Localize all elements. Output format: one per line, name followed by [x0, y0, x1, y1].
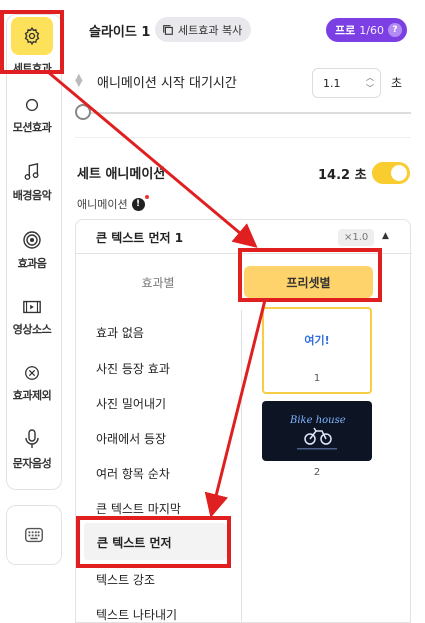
list-item[interactable]: 아래에서 등장 [96, 430, 166, 447]
tab-by-preset[interactable]: 프리셋별 [244, 266, 373, 298]
pro-count: 1/60 [359, 23, 384, 37]
animation-dropdown: 큰 텍스트 먼저 1 ×1.0 ▲ 효과별 프리셋별 효과 없음 사진 등장 효… [75, 219, 412, 623]
animation-select[interactable]: 큰 텍스트 먼저 1 ×1.0 ▲ [76, 220, 412, 254]
circle-icon [25, 98, 39, 112]
microphone-icon [25, 429, 39, 448]
copy-set-effect-button[interactable]: 세트효과 복사 [155, 17, 252, 42]
sidebar-item-label: 영상소스 [12, 323, 52, 336]
music-note-icon [24, 163, 39, 180]
caret-up-icon[interactable]: ▲ [382, 231, 389, 241]
panel-header: 슬라이드 1 세트효과 복사 프로 1/60 ? [75, 14, 411, 46]
list-item-selected[interactable]: 큰 텍스트 먼저 [84, 523, 227, 560]
dropdown-tabs: 효과별 프리셋별 [76, 254, 412, 310]
sidebar: 세트효과 모션효과 배경음악 효과음 영상소스 효과제외 문자음성 [0, 0, 64, 623]
animation-label: 애니메이션 [77, 198, 128, 211]
sidebar-item-label: 모션효과 [12, 121, 52, 134]
selected-animation: 큰 텍스트 먼저 1 [96, 231, 184, 245]
speed-chip[interactable]: ×1.0 [338, 229, 375, 246]
video-frame-icon [23, 300, 41, 314]
sidebar-item-bgm[interactable]: 배경음악 [0, 162, 64, 203]
animation-label-row: 애니메이션 ! [77, 194, 149, 212]
start-delay-row: ▲ ▼ 애니메이션 시작 대기시간 1.1 ︿ ﹀ 초 [75, 66, 411, 98]
list-item[interactable]: 사진 밀어내기 [96, 395, 166, 412]
help-icon[interactable]: ? [388, 23, 402, 37]
settings-panel: 슬라이드 1 세트효과 복사 프로 1/60 ? ▲ ▼ 애니메이션 시작 대기시… [75, 0, 412, 623]
toggle-knob [391, 165, 407, 181]
gear-icon [11, 17, 53, 55]
sidebar-item-label: 세트효과 [12, 62, 52, 75]
start-delay-input[interactable]: 1.1 ︿ ﹀ [312, 68, 381, 98]
list-item[interactable]: 큰 텍스트 마지막 [96, 500, 181, 517]
keyboard-icon [25, 527, 43, 543]
stepper-icon[interactable]: ︿ ﹀ [366, 72, 374, 94]
start-delay-value: 1.1 [323, 76, 341, 90]
list-item[interactable]: 사진 등장 효과 [96, 360, 170, 377]
exclude-circle-icon [25, 366, 39, 380]
sidebar-item-label: 문자음성 [12, 457, 52, 470]
set-animation-row: 세트 애니메이션 14.2 초 [75, 158, 411, 188]
start-delay-slider-track[interactable] [83, 112, 411, 114]
notification-dot [144, 194, 149, 199]
preset-grid: 여기! 1 Bike house 2 [242, 307, 412, 623]
sidebar-item-label: 배경음악 [12, 189, 52, 202]
sidebar-item-set-effect[interactable]: 세트효과 [0, 17, 64, 76]
list-item[interactable]: 효과 없음 [96, 324, 144, 341]
copy-icon [163, 24, 173, 35]
divider [75, 137, 411, 138]
copy-button-label: 세트효과 복사 [178, 23, 243, 37]
sidebar-item-text-voice[interactable]: 문자음성 [0, 428, 64, 471]
start-delay-unit: 초 [391, 76, 403, 90]
sidebar-item-motion-effect[interactable]: 모션효과 [0, 96, 64, 135]
sidebar-item-label: 효과음 [17, 257, 47, 270]
bike-thumbnail-icon: Bike house [289, 415, 346, 450]
effect-list: 효과 없음 사진 등장 효과 사진 밀어내기 아래에서 등장 여러 항목 순차 … [76, 310, 242, 623]
sidebar-item-exclude-effect[interactable]: 효과제외 [0, 364, 64, 403]
pro-label: 프로 [335, 24, 356, 37]
sidebar-item-label: 효과제외 [12, 389, 52, 402]
slide-title: 슬라이드 1 [89, 25, 151, 40]
list-item[interactable]: 여러 항목 순차 [96, 465, 170, 482]
preset-card-2[interactable]: Bike house [262, 401, 372, 461]
sidebar-item-sound-effect[interactable]: 효과음 [0, 230, 64, 271]
preset-number: 1 [313, 373, 321, 384]
set-animation-toggle[interactable] [372, 162, 410, 184]
preset-text: 여기! [304, 333, 330, 347]
set-animation-duration: 14.2 초 [318, 168, 367, 183]
keyboard-button[interactable] [6, 505, 62, 565]
preset-2-text: Bike house [289, 415, 346, 426]
set-animation-label: 세트 애니메이션 [77, 167, 166, 182]
start-delay-label: 애니메이션 시작 대기시간 [97, 76, 237, 91]
pro-badge[interactable]: 프로 1/60 ? [326, 18, 407, 42]
list-item[interactable]: 텍스트 나타내기 [96, 606, 177, 623]
target-icon [23, 231, 41, 249]
drag-handle-icon[interactable]: ▲ ▼ [75, 73, 83, 89]
preset-number: 2 [313, 467, 321, 478]
list-item[interactable]: 텍스트 강조 [96, 571, 155, 588]
tab-by-effect[interactable]: 효과별 [76, 254, 240, 310]
sidebar-item-video-source[interactable]: 영상소스 [0, 298, 64, 337]
warning-icon[interactable]: ! [131, 194, 149, 211]
start-delay-slider-thumb[interactable] [75, 104, 91, 120]
